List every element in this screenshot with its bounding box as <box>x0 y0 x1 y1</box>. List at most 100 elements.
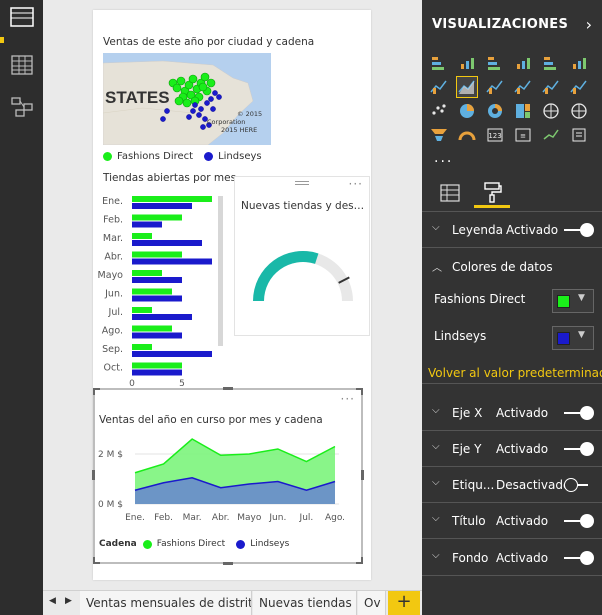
bar[interactable] <box>132 288 172 295</box>
map-visual[interactable]: Ventas de este año por ciudad y cadena S… <box>93 30 371 180</box>
area-chart-icon[interactable] <box>456 76 478 98</box>
bar[interactable] <box>132 221 162 228</box>
100-bar-icon[interactable] <box>540 52 562 74</box>
clustered-bar-icon[interactable] <box>484 52 506 74</box>
gauge-icon[interactable] <box>456 124 478 146</box>
line-clustered-icon[interactable] <box>512 76 534 98</box>
bar[interactable] <box>132 332 182 339</box>
resize-handle[interactable] <box>93 557 100 564</box>
ribbon-icon[interactable] <box>540 76 562 98</box>
kpi-icon[interactable] <box>540 124 562 146</box>
stacked-bar-icon[interactable] <box>428 52 450 74</box>
bar[interactable] <box>132 233 152 239</box>
multirow-card-icon[interactable]: ≡ <box>512 124 534 146</box>
fashions-direct-color-picker[interactable]: ▼ <box>552 289 594 313</box>
map-point <box>190 108 196 114</box>
bar[interactable] <box>132 295 182 302</box>
reset-to-default-link[interactable]: Volver al valor predeterminado <box>428 366 602 380</box>
waterfall-icon[interactable] <box>568 76 590 98</box>
chevron-right-icon[interactable]: › <box>586 15 592 34</box>
resize-handle[interactable] <box>356 557 363 564</box>
100-column-icon[interactable] <box>568 52 590 74</box>
add-page-button[interactable]: + <box>388 591 420 615</box>
format-row-x-axis[interactable]: ⌵ Eje X Activado <box>422 395 602 431</box>
legend-toggle[interactable] <box>564 223 594 237</box>
donut-icon[interactable] <box>484 100 506 122</box>
bar[interactable] <box>132 251 182 258</box>
more-options-icon[interactable]: ··· <box>341 392 355 406</box>
drag-handle[interactable] <box>295 181 309 185</box>
bar[interactable] <box>132 369 182 376</box>
title-toggle[interactable] <box>564 514 594 528</box>
resize-handle[interactable] <box>361 470 364 480</box>
scrollbar[interactable] <box>218 196 223 346</box>
y-axis-toggle[interactable] <box>564 442 594 456</box>
scatter-icon[interactable] <box>428 100 450 122</box>
area-chart-visual[interactable]: ··· Ventas del año en curso por mes y ca… <box>92 387 364 565</box>
legend-dot-icon <box>204 152 214 161</box>
bar[interactable] <box>132 314 192 320</box>
bar[interactable] <box>132 307 152 313</box>
format-row-legend[interactable]: ⌵ Leyenda Activado <box>422 212 602 248</box>
tab-scroll-right-icon[interactable]: ▶ <box>65 596 72 606</box>
lindseys-color-picker[interactable]: ▼ <box>552 326 594 350</box>
format-row-background[interactable]: ⌵ Fondo Activado <box>422 540 602 576</box>
gauge-visual[interactable]: ··· Nuevas tiendas y desti... <box>234 176 370 336</box>
bar[interactable] <box>132 277 182 283</box>
x-axis-toggle[interactable] <box>564 406 594 420</box>
treemap-icon[interactable] <box>512 100 534 122</box>
bar[interactable] <box>132 325 172 332</box>
page-tab[interactable]: Ventas mensuales de distrito <box>80 591 252 615</box>
map-legend: Fashions Direct Lindseys <box>103 151 273 162</box>
gauge-title: Nuevas tiendas y desti... <box>241 200 365 212</box>
data-labels-toggle[interactable] <box>564 478 594 492</box>
chevron-down-icon: ⌵ <box>432 550 440 561</box>
line-column-icon[interactable] <box>484 76 506 98</box>
fields-icon <box>440 184 460 202</box>
bar[interactable] <box>132 196 212 202</box>
bar[interactable] <box>132 214 182 221</box>
format-row-y-axis[interactable]: ⌵ Eje Y Activado <box>422 431 602 467</box>
more-visuals-button[interactable]: ... <box>434 150 453 166</box>
background-toggle[interactable] <box>564 551 594 565</box>
resize-handle[interactable] <box>356 388 363 395</box>
fields-tab[interactable] <box>432 178 468 208</box>
more-options-icon[interactable]: ··· <box>349 177 363 191</box>
report-view-button[interactable] <box>6 2 38 32</box>
format-tab[interactable] <box>474 178 510 208</box>
bar[interactable] <box>132 344 152 350</box>
line-chart-icon[interactable] <box>428 76 450 98</box>
bar[interactable] <box>132 362 182 369</box>
resize-handle[interactable] <box>93 388 100 395</box>
filled-map-icon-graphic <box>571 103 587 119</box>
bar[interactable] <box>132 203 192 209</box>
resize-handle[interactable] <box>223 562 233 565</box>
data-view-button[interactable] <box>6 50 38 80</box>
slicer-icon[interactable] <box>568 124 590 146</box>
active-view-indicator <box>0 37 4 43</box>
tab-scroll-left-icon[interactable]: ◀ <box>49 596 56 606</box>
format-row-title[interactable]: ⌵ Título Activado <box>422 503 602 539</box>
bar[interactable] <box>132 351 212 357</box>
filled-map-icon[interactable] <box>568 100 590 122</box>
resize-handle[interactable] <box>223 387 233 390</box>
format-row-data-labels[interactable]: ⌵ Etiqu... Desactivado <box>422 467 602 503</box>
format-row-data-colors[interactable]: ︿ Colores de datos Fashions Direct ▼ Lin… <box>422 249 602 384</box>
bar[interactable] <box>132 258 212 265</box>
pie-icon[interactable] <box>456 100 478 122</box>
map-icon[interactable] <box>540 100 562 122</box>
relationships-view-button[interactable] <box>6 92 38 122</box>
page-tab[interactable]: Nuevas tiendas <box>253 591 357 615</box>
bar[interactable] <box>132 270 162 276</box>
clustered-column-icon[interactable] <box>512 52 534 74</box>
page-tab[interactable]: Ov <box>358 591 386 615</box>
gauge-value-arc[interactable] <box>253 251 319 301</box>
map[interactable]: STATES © 2015 Corporation 2015 HERE <box>103 53 271 145</box>
stacked-column-icon[interactable] <box>456 52 478 74</box>
line-chart-icon-graphic <box>430 80 447 94</box>
bar-x-tick: 0 <box>129 379 135 388</box>
bar[interactable] <box>132 240 202 246</box>
card-icon[interactable]: 123 <box>484 124 506 146</box>
bar-chart-visual[interactable]: Tiendas abiertas por mes ... Ene. Feb. Mar… <box>93 170 250 388</box>
funnel-icon[interactable] <box>428 124 450 146</box>
